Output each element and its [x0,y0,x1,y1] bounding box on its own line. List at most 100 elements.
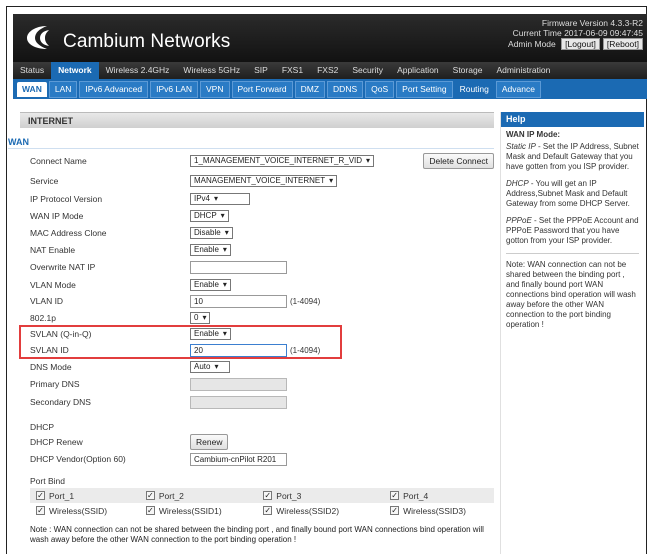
help-title: Help [501,112,644,127]
logout-button[interactable]: [Logout] [561,38,600,50]
overwrite-nat-input[interactable] [190,260,287,274]
row-ip-version: IP Protocol Version IPv4 [30,192,494,206]
subtab-port-forward[interactable]: Port Forward [231,80,293,98]
help-subtitle: WAN IP Mode: [506,130,561,139]
subtab-ipv6-advanced[interactable]: IPv6 Advanced [79,80,149,98]
overwrite-nat-label: Overwrite NAT IP [30,262,96,272]
row-vlan-id: VLAN ID 10 (1-4094) [30,294,494,308]
port-row: ✓ Port_1 ✓ Port_2 ✓ Port_3 ✓ Port_4 [30,488,494,503]
tab-fxs2[interactable]: FXS2 [310,62,345,79]
row-secondary-dns: Secondary DNS [30,395,494,409]
wireless-ssid1[interactable]: ✓ Wireless(SSID1) [140,506,257,516]
tab-wireless-5[interactable]: Wireless 5GHz [176,62,247,79]
delete-connect-button[interactable]: Delete Connect [423,153,494,169]
port-1[interactable]: ✓ Port_1 [30,491,140,501]
admin-mode: Admin Mode [508,39,556,49]
help-pppoe-term: PPPoE [506,216,532,225]
connect-name-label: Connect Name [30,156,87,166]
ip-version-label: IP Protocol Version [30,194,103,204]
renew-button[interactable]: Renew [190,434,229,450]
row-wan-ip-mode: WAN IP Mode DHCP [30,209,494,223]
dhcp-vendor-input[interactable]: Cambium-cnPilot R201 [190,452,287,466]
divider [8,148,494,149]
wireless-row: ✓ Wireless(SSID) ✓ Wireless(SSID1) ✓ Wirele… [30,503,494,518]
primary-dns-input[interactable] [190,377,287,391]
main-tabs: Status Network Wireless 2.4GHz Wireless … [13,62,647,79]
tab-status[interactable]: Status [13,62,51,79]
row-dhcp-renew: DHCP Renew Renew [30,434,494,450]
subtab-wan[interactable]: WAN [17,81,47,97]
subtab-vpn[interactable]: VPN [200,80,230,98]
mac-clone-label: MAC Address Clone [30,228,107,238]
subtab-dmz[interactable]: DMZ [294,80,326,98]
dot1p-label: 802.1p [30,313,56,323]
wireless-ssid3[interactable]: ✓ Wireless(SSID3) [384,506,494,516]
dot1p-select[interactable]: 0 [190,312,211,324]
row-dns-mode: DNS Mode Auto [30,360,494,374]
checkmark-icon[interactable]: ✓ [145,506,155,515]
wireless-ssid2[interactable]: ✓ Wireless(SSID2) [257,506,384,516]
current-time: Current Time 2017-06-09 09:47:45 [512,28,643,38]
help-pppoe: PPPoE - Set the PPPoE Account and PPPoE … [506,216,639,246]
cambium-logo-icon [27,26,49,49]
port-4[interactable]: ✓ Port_4 [384,491,494,501]
tab-storage[interactable]: Storage [446,62,490,79]
row-8021p: 802.1p 0 [30,311,494,325]
header-info: Firmware Version 4.3.3-R2 Current Time 2… [508,18,643,50]
checkmark-icon[interactable]: ✓ [390,506,400,515]
checkmark-icon[interactable]: ✓ [145,491,155,500]
row-connect-name: Connect Name 1_MANAGEMENT_VOICE_INTERNET… [30,153,494,169]
dns-mode-select[interactable]: Auto [190,361,230,373]
help-sidebar: Help WAN IP Mode: Static IP - Set the IP… [500,112,644,554]
dhcp-renew-label: DHCP Renew [30,437,83,447]
checkmark-icon[interactable]: ✓ [263,506,273,515]
mac-clone-select[interactable]: Disable [190,227,233,239]
firmware-version: Firmware Version 4.3.3-R2 [541,18,643,28]
section-title: INTERNET [20,112,494,128]
vlan-id-range: (1-4094) [290,296,321,306]
dhcp-label: DHCP [30,422,55,432]
port-bind-table: ✓ Port_1 ✓ Port_2 ✓ Port_3 ✓ Port_4 ✓ Wireles… [30,488,494,518]
wan-ip-mode-select[interactable]: DHCP [190,210,229,222]
subtab-ddns[interactable]: DDNS [327,80,364,98]
tab-application[interactable]: Application [390,62,446,79]
reboot-button[interactable]: [Reboot] [602,38,643,50]
tab-fxs1[interactable]: FXS1 [275,62,310,79]
help-static-term: Static IP [506,142,536,151]
checkmark-icon[interactable]: ✓ [390,491,400,500]
checkmark-icon[interactable]: ✓ [263,491,273,500]
connect-name-select[interactable]: 1_MANAGEMENT_VOICE_INTERNET_R_VID [190,155,375,167]
tab-wireless-24[interactable]: Wireless 2.4GHz [99,62,177,79]
port-3[interactable]: ✓ Port_3 [257,491,384,501]
tab-sip[interactable]: SIP [247,62,275,79]
help-dhcp-term: DHCP [506,179,529,188]
checkmark-icon[interactable]: ✓ [36,506,45,515]
port-bind-label: Port Bind [30,476,65,486]
subtab-qos[interactable]: QoS [365,80,395,98]
port-bind-note: Note : WAN connection can not be shared … [30,525,484,544]
vlan-mode-label: VLAN Mode [30,280,76,290]
help-body: WAN IP Mode: Static IP - Set the IP Addr… [501,127,644,340]
subtab-advance[interactable]: Advance [495,80,541,98]
vlan-id-input[interactable]: 10 [190,294,287,308]
vlan-mode-select[interactable]: Enable [190,279,231,291]
subtab-port-setting[interactable]: Port Setting [396,80,453,98]
subtab-lan[interactable]: LAN [48,80,78,98]
subtab-routing[interactable]: Routing [455,82,494,97]
row-mac-clone: MAC Address Clone Disable [30,226,494,240]
secondary-dns-input[interactable] [190,395,287,409]
service-select[interactable]: MANAGEMENT_VOICE_INTERNET [190,175,338,187]
tab-network[interactable]: Network [51,62,99,79]
subtab-ipv6-lan[interactable]: IPv6 LAN [150,80,199,98]
port-2[interactable]: ✓ Port_2 [140,491,257,501]
wan-ip-mode-label: WAN IP Mode [30,211,84,221]
row-nat: NAT Enable Enable [30,243,494,257]
nat-label: NAT Enable [30,245,76,255]
sub-tabs: WAN LAN IPv6 Advanced IPv6 LAN VPN Port … [13,79,647,99]
tab-security[interactable]: Security [345,62,390,79]
nat-select[interactable]: Enable [190,244,231,256]
checkmark-icon[interactable]: ✓ [36,491,45,500]
tab-administration[interactable]: Administration [489,62,557,79]
ip-version-select[interactable]: IPv4 [190,193,250,205]
wireless-ssid[interactable]: ✓ Wireless(SSID) [30,506,140,516]
